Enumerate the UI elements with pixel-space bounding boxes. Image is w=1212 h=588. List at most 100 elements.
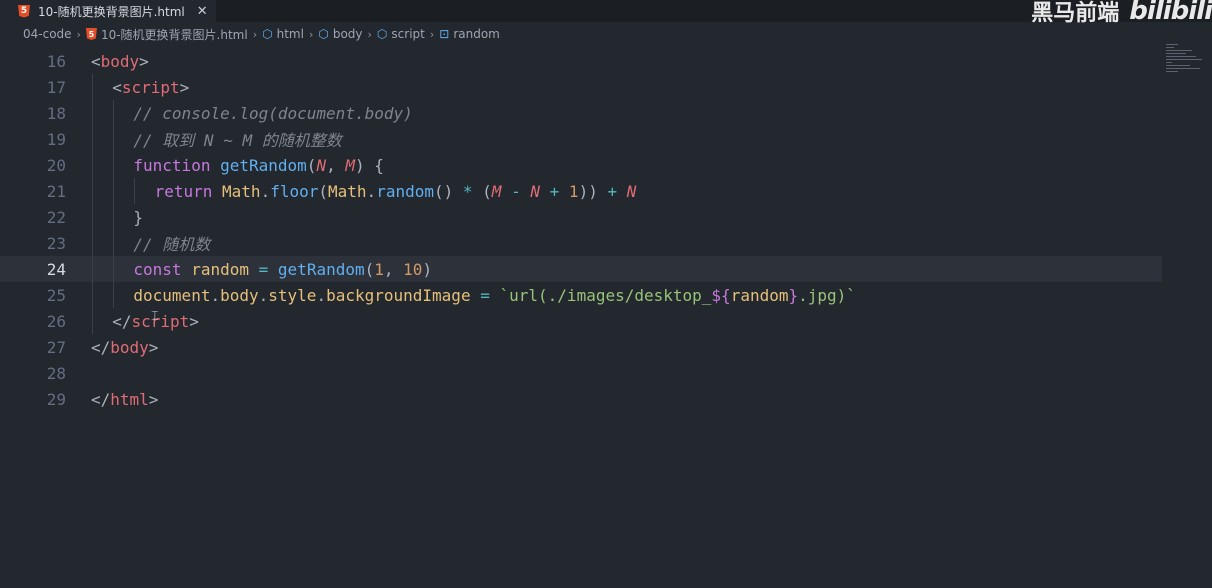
code-token: . — [366, 181, 377, 201]
line-number: 23 — [46, 233, 66, 253]
code-line[interactable]: 21 return Math. floor(Math. random() * (M -… — [0, 178, 1162, 204]
line-number: 29 — [46, 389, 66, 409]
code-line[interactable]: 26 </script > — [0, 308, 1162, 334]
indent-guide — [113, 230, 115, 256]
code-token: . — [316, 285, 327, 305]
breadcrumb-item[interactable]: › ⬡ script — [363, 27, 425, 41]
breadcrumb-item[interactable]: › ⬡ html — [248, 27, 304, 41]
code-token: } — [788, 285, 799, 305]
code-token: script — [121, 77, 180, 97]
code-token: , — [326, 155, 346, 175]
code-token: 1 — [568, 181, 579, 201]
tab-title: 10-随机更换背景图片.html — [38, 4, 185, 19]
line-number: 21 — [46, 181, 66, 201]
code-token: + — [607, 181, 618, 201]
cube-icon: ⬡ — [262, 27, 273, 41]
code-token: .jpg)` — [798, 285, 856, 305]
indent-guide — [92, 204, 93, 230]
code-line[interactable]: 27 </body > — [0, 334, 1162, 360]
cube-icon: ⬡ — [318, 27, 329, 41]
code-token: ${ — [711, 285, 731, 305]
code-editor[interactable]: 16 < body >17 < script >18// console.log(docum… — [0, 48, 1212, 588]
line-number: 17 — [46, 77, 66, 97]
chevron-right-icon: › — [429, 27, 435, 41]
close-icon[interactable]: ✕ — [197, 4, 208, 19]
chevron-right-icon: › — [367, 27, 372, 41]
code-line[interactable]: 28 — [0, 360, 1162, 386]
code-token: random — [376, 181, 434, 201]
indent-guide — [113, 282, 115, 308]
indent-guide — [92, 126, 93, 152]
code-token: html — [110, 389, 149, 409]
code-token: = — [480, 285, 490, 305]
code-line[interactable]: 25 document. body. style. backgroundImage = … — [0, 282, 1162, 308]
code-token: . — [260, 181, 271, 201]
indent-guide — [92, 230, 93, 256]
indent-guide — [92, 74, 93, 100]
indent-guide — [92, 308, 93, 334]
code-token: backgroundImage — [326, 285, 471, 305]
code-token: > — [139, 51, 149, 71]
editor-tab[interactable]: 5 10-随机更换背景图片.html ✕ — [0, 0, 216, 22]
line-number: 22 — [46, 207, 66, 227]
breadcrumb-item[interactable]: › 5 10-随机更换背景图片.html — [72, 26, 248, 43]
code-token: // 取到 N ~ M 的随机整数 — [133, 131, 342, 150]
indent-guide — [113, 100, 115, 126]
code-text: </body > — [91, 334, 158, 360]
line-number: 20 — [46, 155, 66, 175]
breadcrumb-label: body — [332, 27, 363, 41]
code-token: body — [100, 51, 140, 71]
code-text: function getRandom(N, M) { — [133, 152, 384, 178]
indent-guide — [113, 178, 115, 204]
code-line[interactable]: 23 // 随机数 — [0, 230, 1162, 256]
code-line[interactable]: 16 < body > — [0, 48, 1162, 74]
code-token: function — [133, 155, 211, 175]
code-token: </ — [112, 311, 132, 331]
code-line[interactable]: 19 // 取到 N ~ M 的随机整数 — [0, 126, 1162, 152]
code-token: > — [189, 311, 199, 331]
code-line[interactable]: 20 function getRandom(N, M) { — [0, 152, 1162, 178]
breadcrumb-item[interactable]: 04-code — [23, 27, 72, 41]
code-token: } — [133, 207, 144, 227]
code-line[interactable]: 17 < script > — [0, 74, 1162, 100]
breadcrumb-item[interactable]: › ⬡ body — [304, 27, 363, 41]
code-token: document — [133, 285, 211, 305]
code-token: N — [316, 155, 327, 175]
code-token: > — [148, 337, 159, 357]
code-token: `url(./images/desktop_ — [499, 285, 712, 305]
code-token: ) — [422, 259, 433, 279]
indent-guide — [113, 204, 115, 230]
indent-guide — [92, 152, 93, 178]
code-token: < — [91, 51, 101, 71]
code-token: . — [258, 285, 269, 305]
code-line[interactable]: 18 // console.log(document.body) — [0, 100, 1162, 126]
code-token: > — [179, 77, 190, 97]
indent-guide — [113, 126, 115, 152]
code-token: Math — [328, 181, 367, 201]
code-token: </ — [91, 337, 111, 357]
code-text: document. body. style. backgroundImage = `u… — [133, 282, 856, 308]
chevron-right-icon: › — [76, 27, 81, 41]
code-token: ( — [364, 259, 375, 279]
minimap[interactable] — [1166, 44, 1206, 84]
code-token: 1 — [374, 259, 384, 279]
breadcrumb-item[interactable]: › ⊡ random — [425, 27, 500, 41]
indent-guide — [134, 178, 136, 204]
code-line[interactable]: 24 const random = getRandom(1, 10) — [0, 256, 1162, 282]
watermark: 黑马前端 bilibili — [1031, 0, 1212, 26]
code-token: script — [131, 311, 190, 331]
code-token: ) { — [354, 155, 384, 175]
code-token: M — [491, 181, 502, 201]
code-token: > — [148, 389, 159, 409]
code-line[interactable]: 22} — [0, 204, 1162, 230]
code-line[interactable]: 29 </html > — [0, 386, 1162, 412]
indent-guide — [113, 152, 115, 178]
code-token: body — [220, 285, 259, 305]
